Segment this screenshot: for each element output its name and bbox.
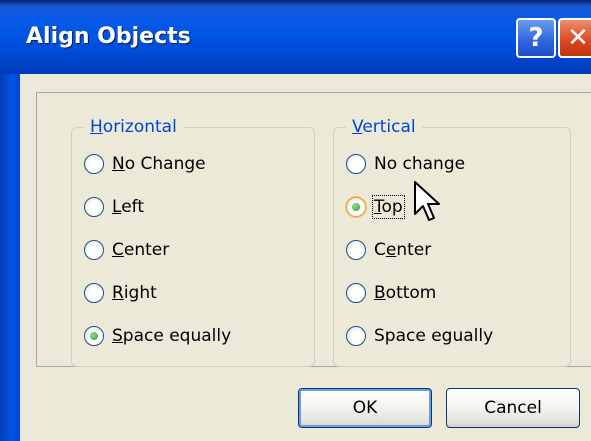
radio-label: Bottom (374, 283, 437, 303)
radio-label: Right (112, 283, 157, 303)
horizontal-group-label: Horizontal (84, 117, 183, 137)
radio-v-space-equally[interactable]: Space egually (346, 322, 493, 350)
radio-v-top[interactable]: Top (346, 193, 405, 221)
radio-h-no-change[interactable]: No Change (84, 150, 206, 178)
radio-h-space-equally[interactable]: Space equally (84, 322, 231, 350)
close-button[interactable]: ✕ (558, 18, 591, 58)
radio-button-checked[interactable] (346, 197, 366, 217)
radio-button[interactable] (346, 154, 366, 174)
window-frame-left (0, 74, 20, 441)
radio-button[interactable] (346, 283, 366, 303)
radio-label: Space equally (112, 326, 232, 346)
radio-v-no-change[interactable]: No change (346, 150, 465, 178)
ok-button[interactable]: OK (298, 388, 432, 428)
dialog-panel: Horizontal No Change Left Center Right S… (36, 92, 591, 367)
radio-label: Left (112, 197, 144, 217)
radio-label: Top (372, 195, 405, 219)
horizontal-group: Horizontal No Change Left Center Right S… (71, 117, 315, 367)
radio-label: No Change (112, 154, 206, 174)
title-bar[interactable]: Align Objects ? ✕ (0, 0, 591, 74)
radio-label: Space egually (374, 326, 494, 346)
dialog-body: Horizontal No Change Left Center Right S… (20, 74, 591, 378)
radio-button[interactable] (84, 154, 104, 174)
radio-h-center[interactable]: Center (84, 236, 169, 264)
radio-button[interactable] (346, 326, 366, 346)
vertical-group: Vertical No change Top Center Bottom Spa… (333, 117, 571, 367)
vertical-group-label: Vertical (346, 117, 422, 137)
arrow-cursor-icon (414, 181, 440, 221)
close-icon: ✕ (567, 23, 589, 53)
radio-v-bottom[interactable]: Bottom (346, 279, 436, 307)
window-title: Align Objects (26, 24, 191, 49)
help-button[interactable]: ? (516, 18, 556, 58)
radio-h-right[interactable]: Right (84, 279, 157, 307)
radio-h-left[interactable]: Left (84, 193, 144, 221)
cancel-button[interactable]: Cancel (446, 388, 580, 428)
help-icon: ? (528, 23, 544, 53)
radio-button[interactable] (84, 283, 104, 303)
radio-label: Center (112, 240, 170, 260)
radio-button[interactable] (84, 240, 104, 260)
align-objects-dialog: Align Objects ? ✕ Horizontal No Change L… (0, 0, 591, 441)
radio-button[interactable] (84, 197, 104, 217)
radio-button-checked[interactable] (84, 326, 104, 346)
radio-button[interactable] (346, 240, 366, 260)
radio-v-center[interactable]: Center (346, 236, 431, 264)
radio-label: No change (374, 154, 466, 174)
radio-label: Center (374, 240, 432, 260)
